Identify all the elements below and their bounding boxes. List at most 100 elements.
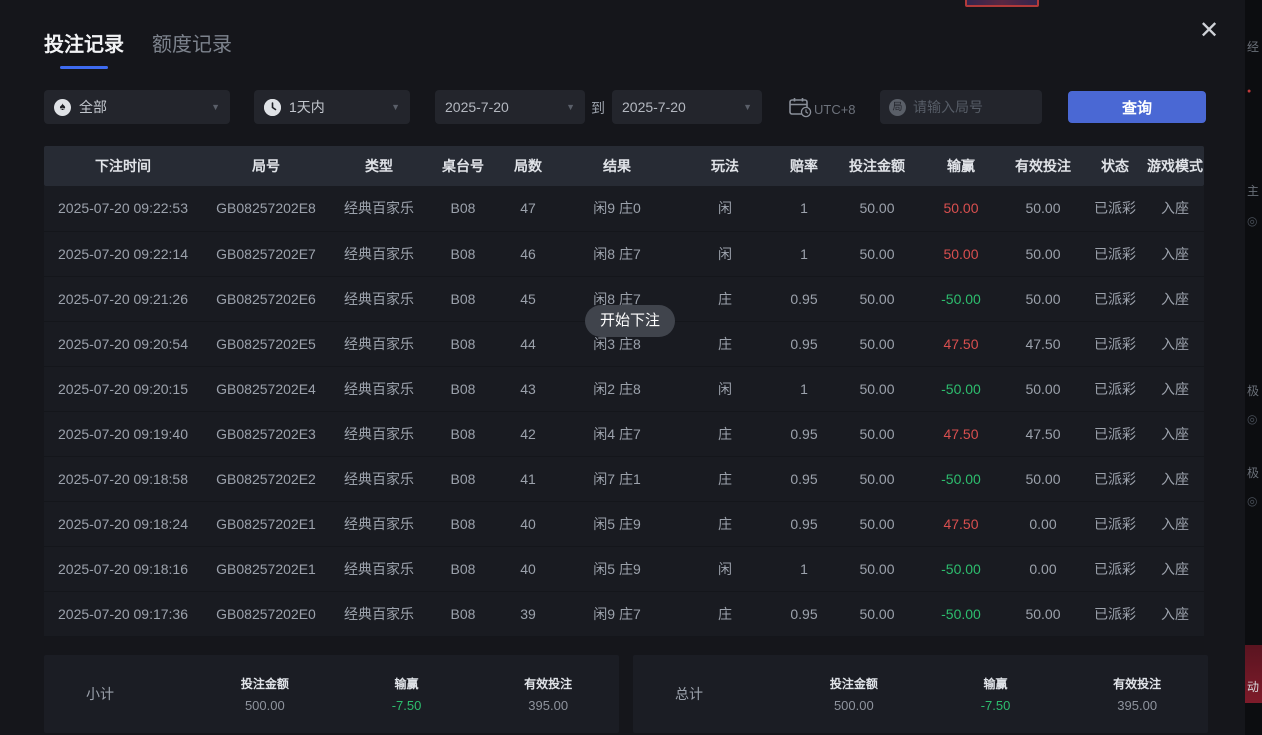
time-range-dropdown[interactable]: 1天内 ▼ bbox=[254, 90, 410, 124]
cell-odds: 1 bbox=[774, 186, 834, 231]
cell-bet: 50.00 bbox=[834, 231, 920, 276]
cell-status: 已派彩 bbox=[1084, 186, 1146, 231]
cell-mode: 入座 bbox=[1146, 411, 1204, 456]
subtotal-win-loss-label: 输赢 bbox=[336, 675, 478, 692]
betting-records-table: 下注时间 局号 类型 桌台号 局数 结果 玩法 赔率 投注金额 输赢 有效投注 … bbox=[44, 146, 1204, 637]
cell-rounds: 41 bbox=[498, 456, 558, 501]
col-table-no: 桌台号 bbox=[428, 146, 498, 186]
cell-time: 2025-07-20 09:19:40 bbox=[44, 411, 202, 456]
cell-status: 已派彩 bbox=[1084, 546, 1146, 591]
total-win-loss-value: -7.50 bbox=[925, 698, 1067, 713]
cell-result: 闲8 庄7 bbox=[558, 231, 676, 276]
total-valid-bet: 有效投注 395.00 bbox=[1066, 675, 1208, 713]
background-glyph: 经 bbox=[1247, 38, 1259, 55]
cell-odds: 0.95 bbox=[774, 411, 834, 456]
subtotal-win-loss: 输赢 -7.50 bbox=[336, 675, 478, 713]
cell-mode: 入座 bbox=[1146, 321, 1204, 366]
cell-round_id: GB08257202E2 bbox=[202, 456, 330, 501]
col-win-loss: 输赢 bbox=[920, 146, 1002, 186]
round-id-input[interactable] bbox=[913, 99, 1033, 115]
cell-round_id: GB08257202E5 bbox=[202, 321, 330, 366]
date-to-picker[interactable]: 2025-7-20 ▼ bbox=[612, 90, 762, 124]
cell-win: 50.00 bbox=[920, 186, 1002, 231]
cell-play: 闲 bbox=[676, 186, 774, 231]
col-bet-amount: 投注金额 bbox=[834, 146, 920, 186]
round-id-icon: 局 bbox=[889, 99, 906, 116]
cell-round_id: GB08257202E4 bbox=[202, 366, 330, 411]
cell-bet: 50.00 bbox=[834, 546, 920, 591]
subtotal-win-loss-value: -7.50 bbox=[336, 698, 478, 713]
cell-bet: 50.00 bbox=[834, 366, 920, 411]
cell-odds: 0.95 bbox=[774, 591, 834, 636]
cell-status: 已派彩 bbox=[1084, 321, 1146, 366]
spade-icon: ♠ bbox=[54, 99, 71, 116]
cell-time: 2025-07-20 09:20:15 bbox=[44, 366, 202, 411]
cell-win: 50.00 bbox=[920, 231, 1002, 276]
cell-play: 闲 bbox=[676, 231, 774, 276]
cell-time: 2025-07-20 09:18:58 bbox=[44, 456, 202, 501]
chevron-down-icon: ▼ bbox=[743, 102, 752, 112]
cell-win: -50.00 bbox=[920, 276, 1002, 321]
table-row: 2025-07-20 09:18:24GB08257202E1经典百家乐B084… bbox=[44, 501, 1204, 546]
cell-valid: 50.00 bbox=[1002, 591, 1084, 636]
background-glyph: 主 bbox=[1247, 182, 1259, 199]
cell-mode: 入座 bbox=[1146, 366, 1204, 411]
tab-betting-records[interactable]: 投注记录 bbox=[44, 28, 124, 69]
date-from-picker[interactable]: 2025-7-20 ▼ bbox=[435, 90, 585, 124]
game-type-dropdown[interactable]: ♠ 全部 ▼ bbox=[44, 90, 230, 124]
close-icon[interactable]: ✕ bbox=[1194, 16, 1224, 46]
col-rounds: 局数 bbox=[498, 146, 558, 186]
query-button[interactable]: 查询 bbox=[1068, 91, 1206, 123]
cell-mode: 入座 bbox=[1146, 276, 1204, 321]
date-to-value: 2025-7-20 bbox=[622, 99, 686, 115]
timezone-indicator: UTC+8 bbox=[788, 96, 856, 123]
cell-valid: 47.50 bbox=[1002, 321, 1084, 366]
cell-valid: 50.00 bbox=[1002, 276, 1084, 321]
cell-result: 闲4 庄7 bbox=[558, 411, 676, 456]
cell-bet: 50.00 bbox=[834, 411, 920, 456]
background-glyph: ● bbox=[1247, 88, 1251, 95]
subtotal-label: 小计 bbox=[86, 684, 194, 704]
total-box: 总计 投注金额 500.00 输赢 -7.50 有效投注 395.00 bbox=[633, 655, 1208, 733]
table-row: 2025-07-20 09:18:16GB08257202E1经典百家乐B084… bbox=[44, 546, 1204, 591]
cell-valid: 50.00 bbox=[1002, 456, 1084, 501]
table-row: 2025-07-20 09:20:15GB08257202E4经典百家乐B084… bbox=[44, 366, 1204, 411]
cell-table_no: B08 bbox=[428, 366, 498, 411]
cell-game_type: 经典百家乐 bbox=[330, 366, 428, 411]
cell-result: 闲9 庄7 bbox=[558, 591, 676, 636]
game-type-value: 全部 bbox=[79, 97, 107, 117]
subtotal-valid-bet-label: 有效投注 bbox=[477, 675, 619, 692]
date-to-label: 到 bbox=[591, 98, 605, 118]
total-win-loss-label: 输赢 bbox=[925, 675, 1067, 692]
cell-mode: 入座 bbox=[1146, 456, 1204, 501]
table-row: 2025-07-20 09:17:36GB08257202E0经典百家乐B083… bbox=[44, 591, 1204, 636]
col-round-id: 局号 bbox=[202, 146, 330, 186]
cell-odds: 0.95 bbox=[774, 456, 834, 501]
cell-result: 闲5 庄9 bbox=[558, 546, 676, 591]
cell-odds: 1 bbox=[774, 231, 834, 276]
background-glyph: ◎ bbox=[1247, 412, 1257, 426]
cell-bet: 50.00 bbox=[834, 591, 920, 636]
cell-mode: 入座 bbox=[1146, 546, 1204, 591]
cell-status: 已派彩 bbox=[1084, 366, 1146, 411]
cell-table_no: B08 bbox=[428, 186, 498, 231]
cell-bet: 50.00 bbox=[834, 501, 920, 546]
cell-odds: 0.95 bbox=[774, 321, 834, 366]
cell-valid: 0.00 bbox=[1002, 501, 1084, 546]
cell-valid: 50.00 bbox=[1002, 186, 1084, 231]
cell-status: 已派彩 bbox=[1084, 591, 1146, 636]
cell-game_type: 经典百家乐 bbox=[330, 186, 428, 231]
total-valid-bet-label: 有效投注 bbox=[1066, 675, 1208, 692]
cell-round_id: GB08257202E7 bbox=[202, 231, 330, 276]
cell-mode: 入座 bbox=[1146, 591, 1204, 636]
subtotal-valid-bet: 有效投注 395.00 bbox=[477, 675, 619, 713]
tab-quota-records[interactable]: 额度记录 bbox=[152, 28, 232, 69]
cell-win: 47.50 bbox=[920, 321, 1002, 366]
subtotal-bet-amount-value: 500.00 bbox=[194, 698, 336, 713]
chevron-down-icon: ▼ bbox=[566, 102, 575, 112]
cell-valid: 0.00 bbox=[1002, 546, 1084, 591]
cell-odds: 0.95 bbox=[774, 501, 834, 546]
cell-valid: 47.50 bbox=[1002, 411, 1084, 456]
cell-win: -50.00 bbox=[920, 546, 1002, 591]
table-row: 2025-07-20 09:22:53GB08257202E8经典百家乐B084… bbox=[44, 186, 1204, 231]
